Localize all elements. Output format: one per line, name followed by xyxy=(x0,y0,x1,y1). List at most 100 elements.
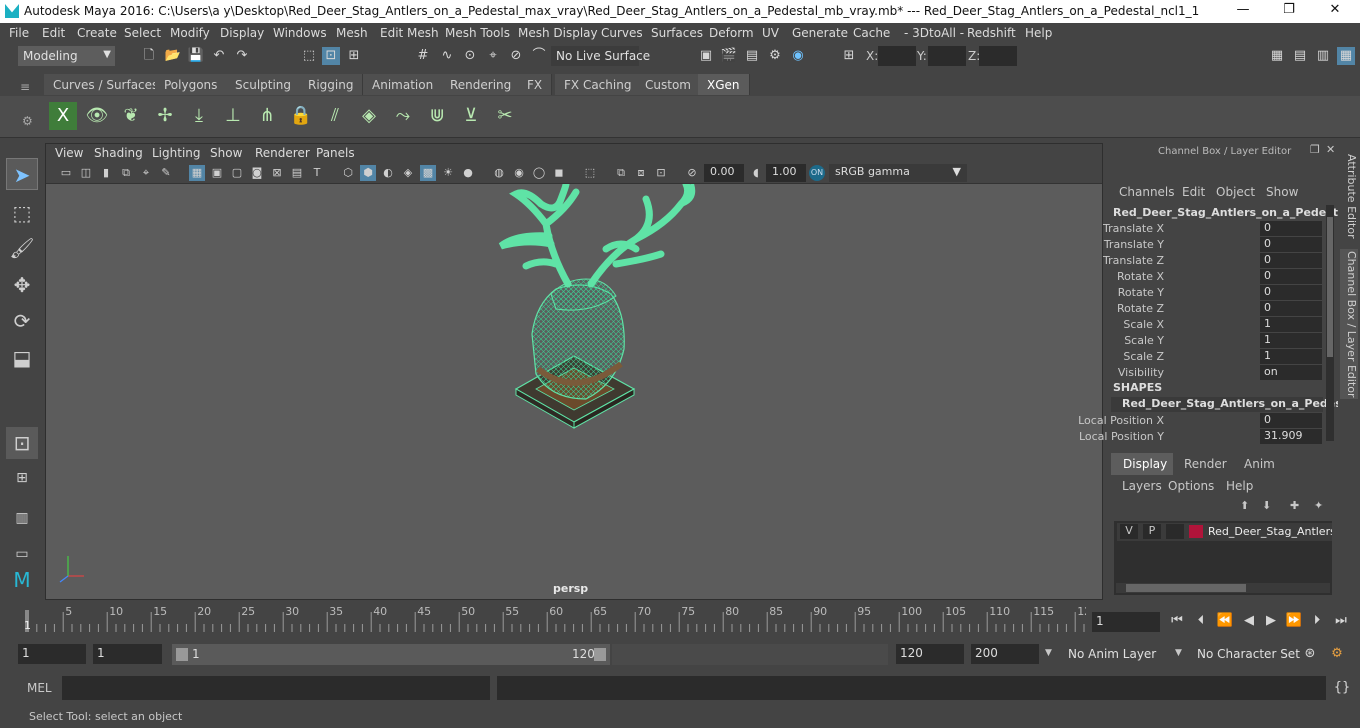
play-forward-icon[interactable]: ▶ xyxy=(1262,612,1280,630)
delete-guide-icon[interactable]: ✂ xyxy=(491,102,519,130)
tab-rigging[interactable]: Rigging xyxy=(299,74,364,95)
mode-dropdown[interactable]: Modeling ▼ xyxy=(18,46,115,66)
character-set-dropdown[interactable]: No Character Set xyxy=(1192,644,1300,664)
layer-hscrollbar-thumb[interactable] xyxy=(1126,584,1246,592)
menu-surfaces[interactable]: Surfaces xyxy=(651,26,703,40)
comb-guide-icon[interactable]: ⋓ xyxy=(423,102,451,130)
menu-mesh[interactable]: Mesh xyxy=(336,26,368,40)
new-layer-selected-icon[interactable]: ✦ xyxy=(1314,499,1323,512)
render-view-icon[interactable]: ▣ xyxy=(697,47,715,65)
wireframe-icon[interactable]: ⬡ xyxy=(340,165,356,181)
paint-select-tool-icon[interactable]: 🖌 xyxy=(6,232,38,264)
gate-mask-icon[interactable]: ◙ xyxy=(249,165,265,181)
guide-curve-icon[interactable]: ⫽ xyxy=(321,102,349,130)
scale-tool-icon[interactable]: ⬓ xyxy=(6,342,38,374)
safe-title-icon[interactable]: T xyxy=(309,165,325,181)
select-hierarchy-icon[interactable]: ⬚ xyxy=(300,47,318,65)
add-guide-icon[interactable]: ✢ xyxy=(151,102,179,130)
tab-custom[interactable]: Custom xyxy=(636,74,701,95)
tool-settings-icon[interactable]: ▥ xyxy=(1314,47,1332,65)
channel-scrollbar[interactable] xyxy=(1326,205,1334,441)
step-forward-key-icon[interactable]: ⏩ xyxy=(1285,612,1303,630)
smooth-shade-icon[interactable]: ⬢ xyxy=(360,165,376,181)
lock-guide-icon[interactable]: 🔒 xyxy=(287,102,315,130)
select-component-icon[interactable]: ⊞ xyxy=(345,47,363,65)
range-start-handle[interactable] xyxy=(176,648,188,661)
add-spline-icon[interactable]: ⊥ xyxy=(219,102,247,130)
layer-menu-help[interactable]: Help xyxy=(1226,479,1253,493)
save-scene-icon[interactable]: 💾 xyxy=(187,47,205,65)
render-settings-icon[interactable]: ⚙ xyxy=(766,47,784,65)
menu-uv[interactable]: UV xyxy=(762,26,779,40)
field-chart-icon[interactable]: ⊠ xyxy=(269,165,285,181)
menu-display[interactable]: Display xyxy=(220,26,264,40)
undo-icon[interactable]: ↶ xyxy=(210,47,228,65)
shape-name[interactable]: Red_Deer_Stag_Antlers_on_a_Pedest... xyxy=(1122,397,1360,410)
resolution-gate-icon[interactable]: ▢ xyxy=(229,165,245,181)
isolate-select-icon[interactable]: ⬚ xyxy=(582,165,598,181)
step-forward-frame-icon[interactable]: ⏵ xyxy=(1308,612,1326,630)
close-button[interactable]: ✕ xyxy=(1320,2,1350,20)
select-object-icon[interactable]: ⊡ xyxy=(322,47,340,65)
shadows-icon[interactable]: ◍ xyxy=(491,165,507,181)
safe-action-icon[interactable]: ▤ xyxy=(289,165,305,181)
layer-menu-options[interactable]: Options xyxy=(1168,479,1214,493)
menu-modify[interactable]: Modify xyxy=(170,26,210,40)
menu-mesh-tools[interactable]: Mesh Tools xyxy=(445,26,510,40)
z-coordinate-input[interactable] xyxy=(979,46,1017,66)
menu-select[interactable]: Select xyxy=(124,26,161,40)
cb-menu-channels[interactable]: Channels xyxy=(1119,185,1175,199)
menu-mesh-display[interactable]: Mesh Display xyxy=(518,26,598,40)
menu-windows[interactable]: Windows xyxy=(273,26,327,40)
viewport-menu-view[interactable]: View xyxy=(55,146,83,160)
redo-icon[interactable]: ↷ xyxy=(233,47,251,65)
auto-key-icon[interactable]: ⊛ xyxy=(1301,645,1319,663)
tab-fx[interactable]: FX xyxy=(518,74,553,95)
channel-scale-z[interactable]: Scale Z1 xyxy=(1106,349,1326,365)
layer-playback-toggle[interactable]: P xyxy=(1143,524,1161,539)
maximize-button[interactable]: ❐ xyxy=(1274,2,1304,20)
antlers-wireframe-model[interactable] xyxy=(46,184,1102,599)
channel-local-position-x[interactable]: Local Position X0 xyxy=(1078,413,1326,429)
anim-layer-dropdown[interactable]: No Anim Layer xyxy=(1063,644,1163,664)
step-back-key-icon[interactable]: ⏪ xyxy=(1216,612,1234,630)
xgen-preview-icon[interactable]: 👁 xyxy=(83,102,111,130)
single-perspective-layout-icon[interactable]: ⊡ xyxy=(6,427,38,459)
select-tool-icon[interactable]: ➤ xyxy=(6,158,38,190)
current-frame-field[interactable]: 1 xyxy=(1092,612,1160,632)
playback-end-field[interactable]: 120 xyxy=(896,644,964,664)
attribute-editor-toggle-icon[interactable]: ▤ xyxy=(1291,47,1309,65)
four-view-layout-icon[interactable]: ⊞ xyxy=(6,462,38,494)
layer-row[interactable]: V P Red_Deer_Stag_Antlers_o xyxy=(1117,523,1332,541)
grid-toggle-icon[interactable]: ▦ xyxy=(189,165,205,181)
menu-edit-mesh[interactable]: Edit Mesh xyxy=(380,26,439,40)
bend-guide-icon[interactable]: ⤳ xyxy=(389,102,417,130)
use-default-material-icon[interactable]: ◈ xyxy=(400,165,416,181)
move-tool-icon[interactable]: ✥ xyxy=(6,269,38,301)
maya-home-icon[interactable]: M xyxy=(6,564,38,596)
script-editor-icon[interactable]: {} xyxy=(1333,679,1351,697)
channel-scrollbar-thumb[interactable] xyxy=(1327,217,1333,357)
lights-icon[interactable]: ● xyxy=(460,165,476,181)
tab-rendering[interactable]: Rendering xyxy=(441,74,522,95)
go-to-start-icon[interactable]: ⏮ xyxy=(1168,612,1186,630)
range-slider[interactable]: 1 120 xyxy=(172,644,610,665)
xray-active-icon[interactable]: ⧈ xyxy=(633,165,649,181)
range-end-handle[interactable] xyxy=(594,648,606,661)
menu-create[interactable]: Create xyxy=(77,26,117,40)
exposure-field[interactable]: 0.00 xyxy=(704,164,744,182)
menu-edit[interactable]: Edit xyxy=(42,26,65,40)
layer-tab-anim[interactable]: Anim xyxy=(1244,457,1275,471)
layer-color-swatch[interactable] xyxy=(1189,525,1203,538)
channel-local-position-y[interactable]: Local Position Y 31.909 xyxy=(1079,429,1326,445)
gamma-field[interactable]: 1.00 xyxy=(766,164,806,182)
channel-translate-z[interactable]: Translate Z0 xyxy=(1103,253,1326,269)
wireframe-on-shaded-icon[interactable]: ◐ xyxy=(380,165,396,181)
snap-view-icon[interactable]: ⌖ xyxy=(484,47,502,65)
channel-box-toggle-icon[interactable]: ▦ xyxy=(1337,47,1355,65)
tab-sculpting[interactable]: Sculpting xyxy=(226,74,302,95)
lasso-tool-icon[interactable]: ⬚ xyxy=(6,197,38,229)
bookmark-icon[interactable]: ▮ xyxy=(98,165,114,181)
viewport-menu-panels[interactable]: Panels xyxy=(316,146,355,160)
tab-xgen[interactable]: XGen xyxy=(698,74,750,95)
